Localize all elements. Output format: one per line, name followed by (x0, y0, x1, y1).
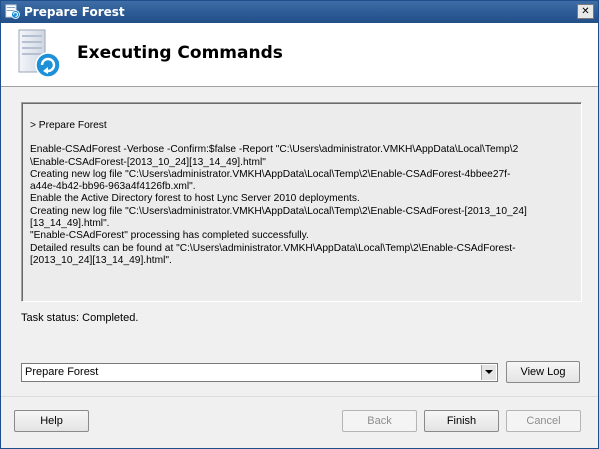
command-output[interactable]: > Prepare Forest Enable-CSAdForest -Verb… (21, 102, 582, 302)
output-line: Enable-CSAdForest -Verbose -Confirm:$fal… (30, 144, 519, 156)
help-button[interactable]: Help (14, 410, 89, 432)
back-button[interactable]: Back (342, 410, 417, 432)
output-line: [2013_10_24][13_14_49].html". (30, 254, 172, 266)
output-line: > Prepare Forest (30, 120, 107, 131)
chevron-down-icon[interactable] (481, 365, 496, 380)
close-icon: ✕ (581, 6, 590, 17)
wizard-header: Executing Commands (1, 23, 598, 87)
server-refresh-icon (18, 29, 61, 78)
output-line: [13_14_49].html". (30, 218, 110, 230)
close-button[interactable]: ✕ (577, 4, 594, 19)
output-blank-line (30, 132, 573, 144)
log-selector-dropdown[interactable]: Prepare Forest (21, 363, 498, 382)
output-line: Creating new log file "C:\Users\administ… (30, 168, 511, 180)
wizard-window: Prepare Forest ✕ Executing Commands > Pr… (0, 0, 599, 449)
output-line: Detailed results can be found at "C:\Use… (30, 242, 516, 254)
page-title: Executing Commands (77, 43, 283, 63)
view-log-button[interactable]: View Log (506, 361, 580, 383)
output-line: a44e-4b42-bb96-963a4f4126fb.xml". (30, 181, 196, 193)
finish-button[interactable]: Finish (424, 410, 499, 432)
output-line: \Enable-CSAdForest-[2013_10_24][13_14_49… (30, 156, 266, 168)
log-selector-value: Prepare Forest (25, 366, 99, 378)
footer-divider (1, 396, 598, 397)
cancel-button[interactable]: Cancel (506, 410, 581, 432)
window-title: Prepare Forest (24, 5, 125, 19)
output-line: Enable the Active Directory forest to ho… (30, 193, 360, 205)
setup-wizard-icon (5, 4, 20, 19)
title-bar[interactable]: Prepare Forest ✕ (1, 1, 598, 23)
output-line: "Enable-CSAdForest" processing has compl… (30, 230, 309, 242)
output-line: Creating new log file "C:\Users\administ… (30, 205, 527, 217)
task-status: Task status: Completed. (21, 312, 139, 324)
